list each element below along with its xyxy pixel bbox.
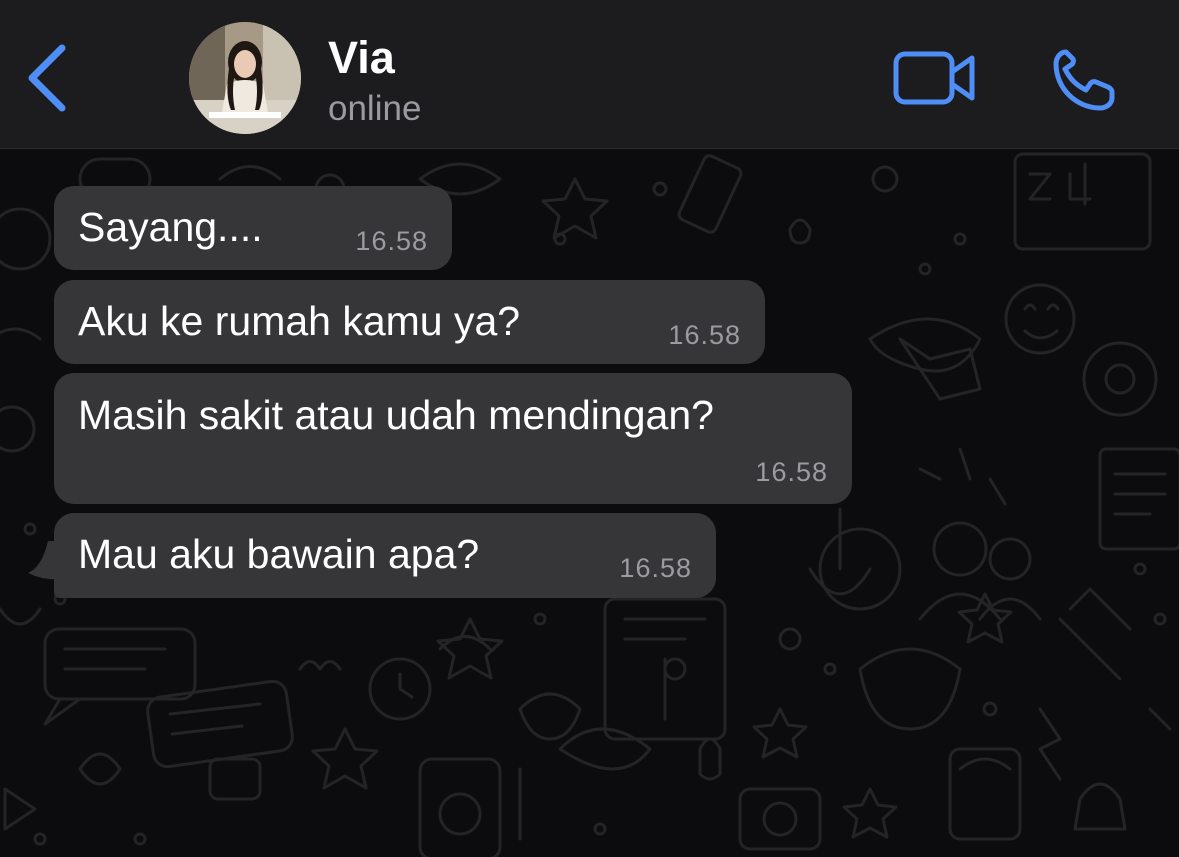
avatar[interactable]	[189, 22, 301, 134]
message-bubble[interactable]: Sayang.... 16.58	[54, 186, 452, 270]
chat-area[interactable]: Sayang.... 16.58 Aku ke rumah kamu ya? 1…	[0, 149, 1179, 857]
phone-icon	[1053, 49, 1115, 111]
contact-status: online	[328, 89, 422, 128]
message-text: Aku ke rumah kamu ya?	[78, 298, 521, 344]
chat-header: Via online	[0, 0, 1179, 149]
message-time: 16.58	[355, 226, 428, 256]
message-text: Sayang....	[78, 204, 263, 250]
message-bubble[interactable]: Masih sakit atau udah mendingan? 16.58	[54, 373, 852, 504]
contact-name[interactable]: Via	[328, 32, 395, 84]
video-call-button[interactable]	[890, 48, 980, 108]
avatar-photo	[189, 22, 301, 134]
message-bubble[interactable]: Aku ke rumah kamu ya? 16.58	[54, 280, 765, 364]
chevron-left-icon	[28, 44, 66, 112]
chat-screen: Via online Sayang.... 16.58 Aku ke rumah…	[0, 0, 1179, 857]
video-camera-icon	[893, 51, 975, 105]
back-button[interactable]	[18, 38, 78, 118]
message-bubble[interactable]: Mau aku bawain apa? 16.58	[54, 513, 716, 598]
message-time: 16.58	[619, 553, 692, 583]
message-time: 16.58	[668, 320, 741, 350]
message-text: Mau aku bawain apa?	[78, 531, 480, 577]
message-text: Masih sakit atau udah mendingan?	[78, 392, 714, 438]
message-time: 16.58	[755, 457, 828, 487]
voice-call-button[interactable]	[1048, 44, 1120, 116]
